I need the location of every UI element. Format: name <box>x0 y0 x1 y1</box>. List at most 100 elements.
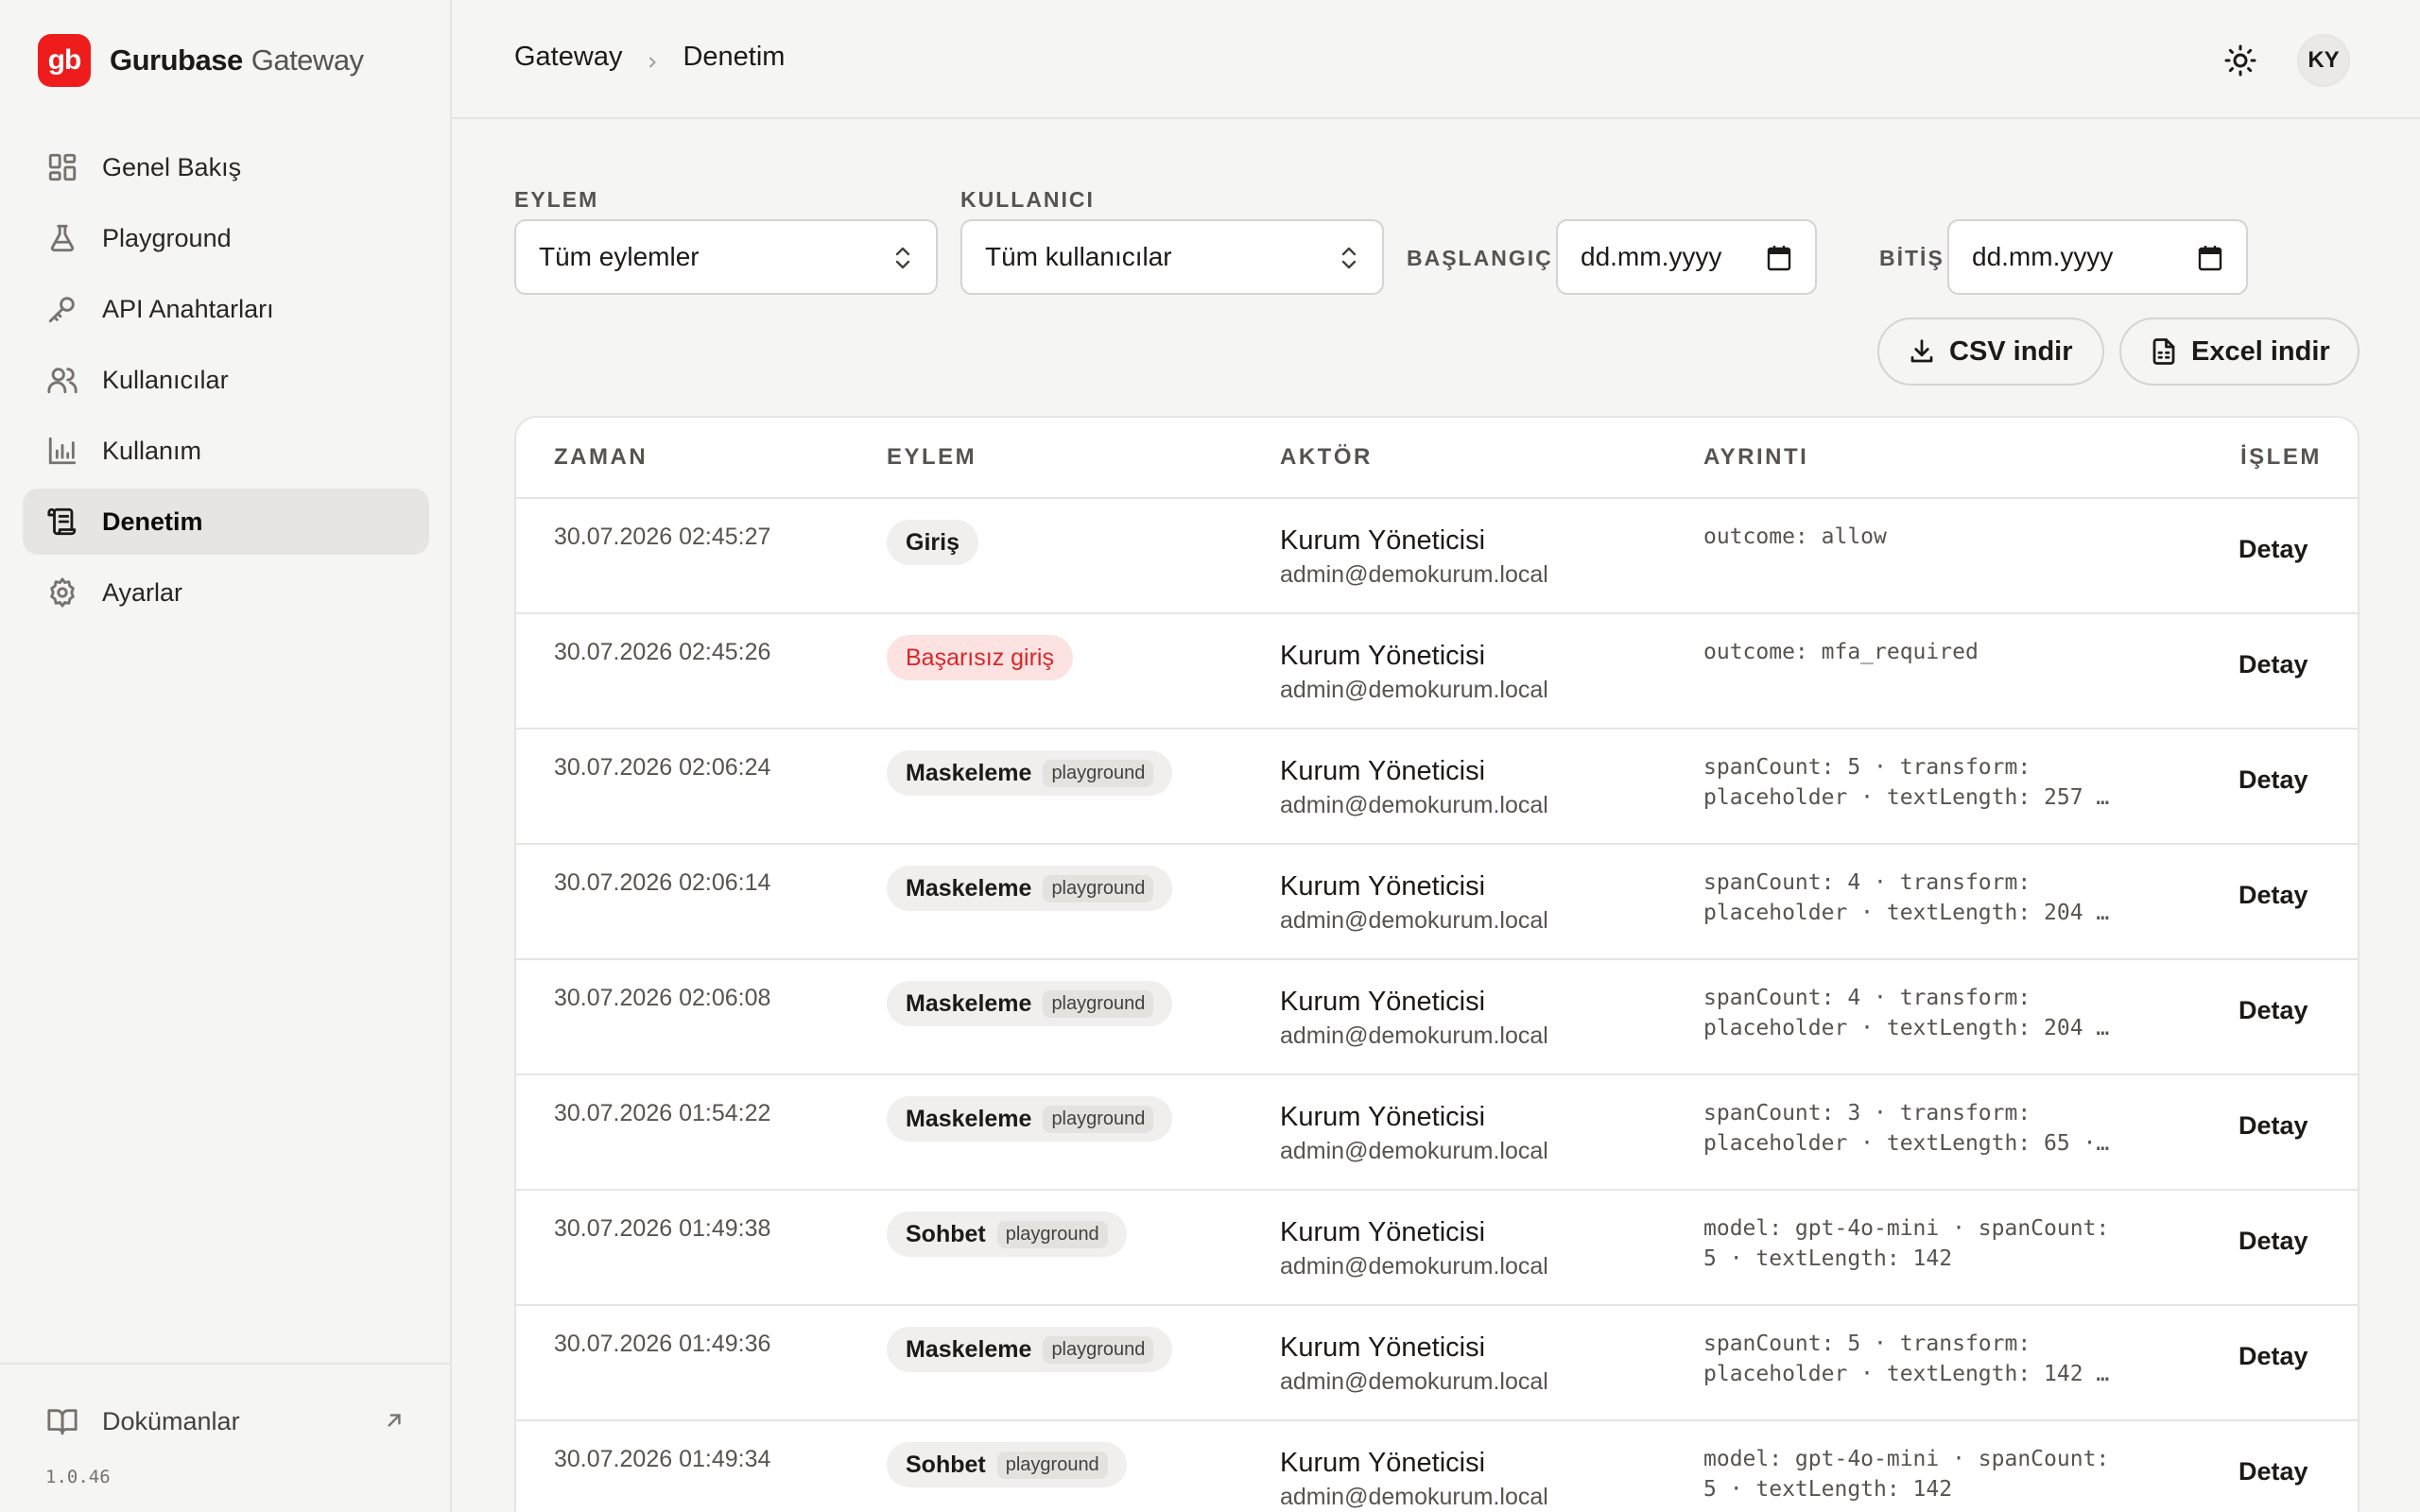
table-row[interactable]: 30.07.2026 02:45:26 Başarısız giriş Kurum … <box>516 614 2358 730</box>
action-badge-label: Sohbet <box>906 1220 986 1247</box>
actor-name: Kurum Yöneticisi <box>1280 1102 1486 1132</box>
row-detail: spanCount: 4 · transform: placeholder · … <box>1703 986 2110 1040</box>
actor-email: admin@demokurum.local <box>1280 907 1548 934</box>
actor-email: admin@demokurum.local <box>1280 561 1548 588</box>
excel-download-label: Excel indir <box>2191 335 2330 367</box>
sidebar-nav: Genel Bakış Playground API Anahtarları K… <box>23 134 429 630</box>
action-filter-select[interactable]: Tüm eylemler <box>514 219 938 295</box>
actor-email: admin@demokurum.local <box>1280 1138 1548 1164</box>
sidebar-item-overview[interactable]: Genel Bakış <box>23 134 429 200</box>
detail-link[interactable]: Detay <box>2238 881 2308 910</box>
app-version: 1.0.46 <box>45 1467 111 1487</box>
action-badge-label: Giriş <box>906 528 959 556</box>
action-badge: Giriş <box>887 520 978 565</box>
row-detail: model: gpt-4o-mini · spanCount: 5 · text… <box>1703 1447 2110 1502</box>
row-time: 30.07.2026 01:49:36 <box>554 1331 771 1357</box>
column-header-operation: İŞLEM <box>2240 444 2322 470</box>
docs-link[interactable]: Dokümanlar <box>45 1402 408 1440</box>
action-badge-label: Maskeleme <box>906 989 1032 1017</box>
user-filter-value: Tüm kullanıcılar <box>985 242 1172 271</box>
actor-name: Kurum Yöneticisi <box>1280 1332 1486 1363</box>
table-header: ZAMAN EYLEM AKTÖR AYRINTI İŞLEM <box>516 418 2358 499</box>
detail-link[interactable]: Detay <box>2238 1457 2308 1486</box>
table-row[interactable]: 30.07.2026 02:06:24 Maskeleme playground Ku… <box>516 730 2358 845</box>
source-tag: playground <box>1043 1105 1154 1133</box>
row-detail: model: gpt-4o-mini · spanCount: 5 · text… <box>1703 1216 2110 1271</box>
table-row[interactable]: 30.07.2026 02:45:27 Giriş Kurum Yöneticisi… <box>516 499 2358 614</box>
calendar-icon <box>2197 244 2223 272</box>
source-tag: playground <box>1043 989 1154 1018</box>
action-badge: Sohbet playground <box>887 1442 1127 1487</box>
detail-link[interactable]: Detay <box>2238 765 2308 795</box>
table-row[interactable]: 30.07.2026 01:49:34 Sohbet playground Kurum… <box>516 1421 2358 1512</box>
chevron-right-icon <box>643 48 662 68</box>
brand-sub: Gateway <box>251 43 364 77</box>
csv-download-button[interactable]: CSV indir <box>1877 318 2104 386</box>
sidebar-item-usage[interactable]: Kullanım <box>23 418 429 484</box>
detail-link[interactable]: Detay <box>2238 1227 2308 1256</box>
breadcrumb-gateway[interactable]: Gateway <box>514 42 622 73</box>
theme-toggle-button[interactable] <box>2218 38 2263 83</box>
column-header-detail[interactable]: AYRINTI <box>1703 444 1808 471</box>
bar-chart-icon <box>45 434 79 468</box>
top-header: Gateway Denetim KY <box>452 0 2420 119</box>
actor-email: admin@demokurum.local <box>1280 1022 1548 1049</box>
brand[interactable]: gb Gurubase Gateway <box>38 34 364 87</box>
gear-icon <box>45 576 79 610</box>
detail-link[interactable]: Detay <box>2238 650 2308 679</box>
row-time: 30.07.2026 02:06:24 <box>554 754 771 781</box>
sidebar-item-audit[interactable]: Denetim <box>23 489 429 555</box>
scroll-icon <box>45 505 79 539</box>
avatar[interactable]: KY <box>2297 34 2350 87</box>
detail-link[interactable]: Detay <box>2238 1111 2308 1141</box>
users-icon <box>45 363 79 397</box>
action-filter-value: Tüm eylemler <box>539 242 700 271</box>
sidebar-item-users[interactable]: Kullanıcılar <box>23 347 429 413</box>
excel-download-button[interactable]: Excel indir <box>2119 318 2360 386</box>
sidebar: gb Gurubase Gateway Genel Bakış Playgrou… <box>0 0 452 1512</box>
table-row[interactable]: 30.07.2026 02:06:08 Maskeleme playground Ku… <box>516 960 2358 1075</box>
source-tag: playground <box>1043 759 1154 787</box>
action-badge-label: Başarısız giriş <box>906 644 1054 671</box>
detail-link[interactable]: Detay <box>2238 1342 2308 1371</box>
detail-link[interactable]: Detay <box>2238 996 2308 1025</box>
table-row[interactable]: 30.07.2026 02:06:14 Maskeleme playground Ku… <box>516 845 2358 960</box>
column-header-action[interactable]: EYLEM <box>887 444 977 471</box>
table-row[interactable]: 30.07.2026 01:54:22 Maskeleme playground Ku… <box>516 1075 2358 1191</box>
row-time: 30.07.2026 01:49:34 <box>554 1446 771 1472</box>
sidebar-footer: Dokümanlar 1.0.46 <box>0 1363 450 1512</box>
sidebar-item-api-keys[interactable]: API Anahtarları <box>23 276 429 342</box>
row-detail: spanCount: 5 · transform: placeholder · … <box>1703 1332 2110 1386</box>
actor-name: Kurum Yöneticisi <box>1280 1217 1486 1247</box>
sidebar-item-playground[interactable]: Playground <box>23 205 429 271</box>
sidebar-item-label: Genel Bakış <box>102 152 242 181</box>
flask-icon <box>45 221 79 255</box>
actor-email: admin@demokurum.local <box>1280 677 1548 703</box>
table-row[interactable]: 30.07.2026 01:49:36 Maskeleme playground Ku… <box>516 1306 2358 1421</box>
sidebar-item-label: Ayarlar <box>102 577 183 607</box>
user-filter-select[interactable]: Tüm kullanıcılar <box>960 219 1384 295</box>
sidebar-item-settings[interactable]: Ayarlar <box>23 559 429 626</box>
end-date-input[interactable]: dd.mm.yyyy <box>1947 219 2248 295</box>
column-header-actor[interactable]: AKTÖR <box>1280 444 1373 471</box>
table-row[interactable]: 30.07.2026 01:49:38 Sohbet playground Kurum… <box>516 1191 2358 1306</box>
action-badge: Maskeleme playground <box>887 750 1173 796</box>
csv-download-label: CSV indir <box>1949 335 2073 367</box>
breadcrumb: Gateway Denetim <box>514 42 785 73</box>
source-tag: playground <box>996 1451 1108 1479</box>
actor-name: Kurum Yöneticisi <box>1280 525 1486 556</box>
action-filter-label: EYLEM <box>514 187 599 212</box>
actor-name: Kurum Yöneticisi <box>1280 987 1486 1017</box>
end-date-value: dd.mm.yyyy <box>1972 242 2114 271</box>
row-time: 30.07.2026 02:06:14 <box>554 869 771 896</box>
actor-email: admin@demokurum.local <box>1280 792 1548 818</box>
action-badge: Maskeleme playground <box>887 1096 1173 1142</box>
row-time: 30.07.2026 02:45:26 <box>554 639 771 665</box>
start-date-input[interactable]: dd.mm.yyyy <box>1556 219 1817 295</box>
key-icon <box>45 292 79 326</box>
action-badge: Maskeleme playground <box>887 866 1173 911</box>
column-header-time[interactable]: ZAMAN <box>554 444 648 471</box>
detail-link[interactable]: Detay <box>2238 535 2308 564</box>
row-detail: spanCount: 3 · transform: placeholder · … <box>1703 1101 2110 1156</box>
source-tag: playground <box>996 1220 1108 1248</box>
